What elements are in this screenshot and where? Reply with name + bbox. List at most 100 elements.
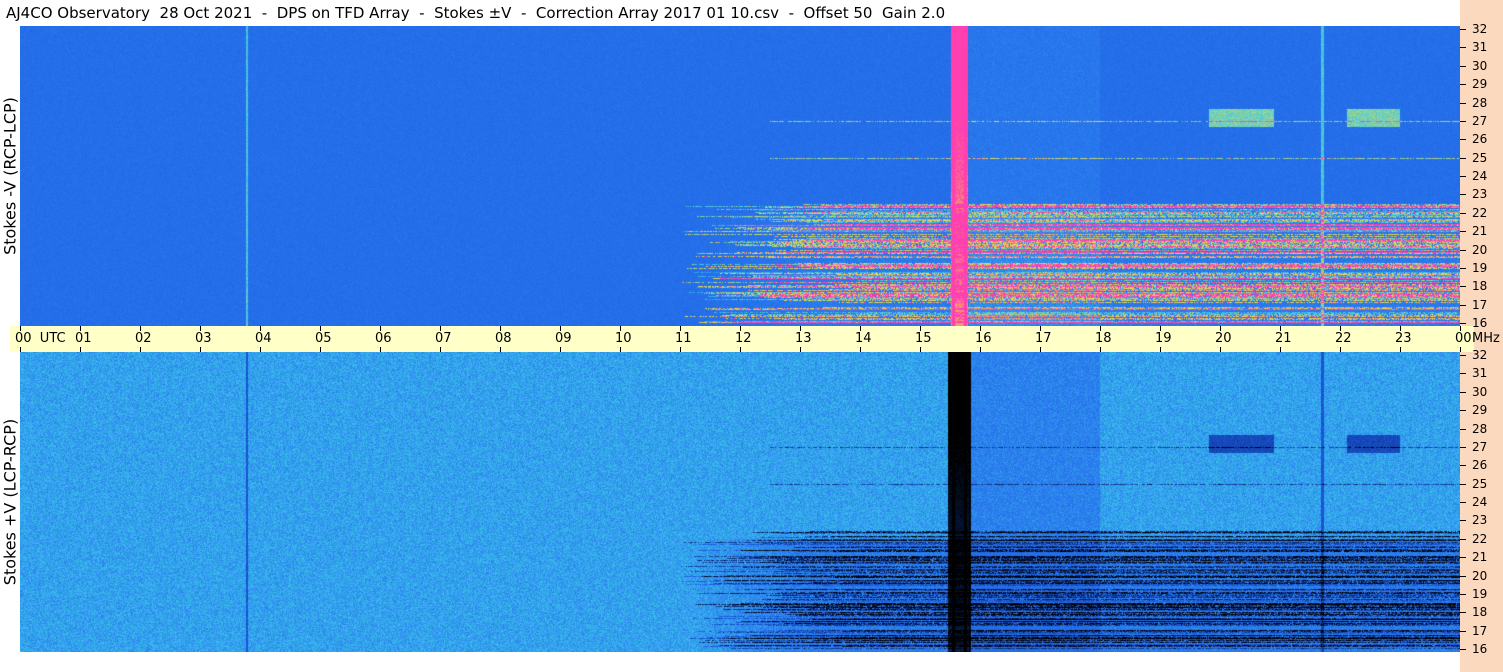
time-tick-label: 15 [915, 331, 932, 346]
time-tick-label: 22 [1335, 331, 1352, 346]
time-tick-label: 13 [795, 331, 812, 346]
frequency-tick [1460, 102, 1466, 104]
frequency-tick-label: 19 [1472, 260, 1488, 275]
time-tick [1400, 326, 1401, 331]
frequency-tick [1460, 267, 1466, 269]
time-tick [1460, 326, 1461, 331]
frequency-tick-label: 27 [1472, 439, 1488, 454]
frequency-tick-label: 16 [1472, 642, 1488, 656]
frequency-tick-label: 16 [1472, 316, 1488, 330]
frequency-tick [1460, 139, 1466, 141]
time-tick-label: 06 [375, 331, 392, 346]
frequency-tick-label: 21 [1472, 550, 1488, 565]
frequency-tick-label: 27 [1472, 113, 1488, 128]
time-tick [20, 326, 21, 331]
frequency-tick [1460, 373, 1466, 375]
chart-title: AJ4CO Observatory 28 Oct 2021 - DPS on T… [0, 0, 1460, 26]
frequency-tick [1460, 304, 1466, 306]
top-panel-ylabel: Stokes -V (RCP-LCP) [0, 26, 20, 326]
time-tick-label: 19 [1155, 331, 1172, 346]
frequency-tick-label: 20 [1472, 242, 1488, 257]
frequency-tick [1460, 575, 1466, 577]
time-tick [200, 326, 201, 331]
frequency-tick-label: 31 [1472, 366, 1488, 381]
frequency-tick [1460, 612, 1466, 614]
frequency-tick-label: 20 [1472, 568, 1488, 583]
frequency-tick [1460, 538, 1466, 540]
time-tick-label: 20 [1215, 331, 1232, 346]
frequency-tick [1460, 249, 1466, 251]
frequency-tick-label: 32 [1472, 22, 1488, 36]
time-tick [440, 326, 441, 331]
time-tick [980, 326, 981, 331]
top-panel-ylabel-text: Stokes -V (RCP-LCP) [0, 97, 20, 255]
time-tick [140, 326, 141, 331]
frequency-tick-label: 17 [1472, 623, 1488, 638]
frequency-tick-label: 25 [1472, 476, 1488, 491]
time-tick [260, 326, 261, 331]
stokes-minus-v-spectrogram [20, 26, 1460, 326]
time-tick-label: 16 [975, 331, 992, 346]
time-tick [620, 326, 621, 331]
frequency-tick [1460, 502, 1466, 503]
time-tick [1160, 326, 1161, 331]
bottom-panel-ylabel-text: Stokes +V (LCP-RCP) [0, 418, 20, 586]
time-tick-label: 10 [615, 331, 632, 346]
frequency-tick-label: 30 [1472, 384, 1488, 399]
time-tick-label: 01 [75, 331, 92, 346]
time-tick-label: 02 [135, 331, 152, 346]
time-tick [740, 326, 741, 331]
frequency-tick-label: 26 [1472, 458, 1488, 473]
frequency-tick [1460, 465, 1466, 467]
frequency-tick-label: 18 [1472, 605, 1488, 620]
frequency-tick [1460, 557, 1466, 559]
frequency-tick-label: 24 [1472, 495, 1488, 509]
frequency-tick-label: 28 [1472, 421, 1488, 436]
frequency-tick-label: 17 [1472, 297, 1488, 312]
frequency-tick [1460, 593, 1466, 595]
time-tick-label: 07 [435, 331, 452, 346]
time-tick [560, 326, 561, 331]
time-tick [680, 326, 681, 331]
frequency-tick [1460, 630, 1466, 632]
time-tick [500, 326, 501, 331]
time-axis: 00 UTC 01 02 03 04 05 06 07 08 09 10 11 12 13 14 15 16 17… [10, 326, 1500, 352]
frequency-tick [1460, 157, 1466, 159]
time-tick-label: 05 [315, 331, 332, 346]
frequency-tick-label: 30 [1472, 58, 1488, 73]
time-tick-label: 00 [1455, 331, 1472, 346]
time-tick-label: 03 [195, 331, 212, 346]
time-tick [380, 326, 381, 331]
stokes-minus-v-heatmap [20, 26, 1460, 326]
frequency-tick [1460, 120, 1466, 122]
bottom-frequency-axis: 16 17 18 19 20 21 22 23 24 25 26 27 28 29 30 31 32 [1460, 348, 1503, 656]
time-tick [920, 326, 921, 331]
frequency-tick-label: 22 [1472, 205, 1488, 220]
time-tick-label: 21 [1275, 331, 1292, 346]
frequency-tick-label: 29 [1472, 403, 1488, 418]
time-tick [1340, 326, 1341, 331]
frequency-tick [1460, 428, 1466, 430]
time-tick-label: 23 [1395, 331, 1412, 346]
frequency-tick-label: 24 [1472, 169, 1488, 183]
frequency-tick [1460, 483, 1466, 485]
frequency-tick [1460, 410, 1466, 412]
time-tick [800, 326, 801, 331]
frequency-tick-label: 22 [1472, 531, 1488, 546]
time-tick-label: 08 [495, 331, 512, 346]
frequency-tick [1460, 65, 1466, 67]
frequency-tick [1460, 47, 1466, 49]
top-frequency-axis: 16 17 18 19 20 21 22 23 24 25 26 27 28 29 30 31 32 [1460, 22, 1503, 330]
frequency-tick-label: 18 [1472, 279, 1488, 294]
frequency-tick-label: 19 [1472, 586, 1488, 601]
time-tick [320, 326, 321, 331]
time-tick [1220, 326, 1221, 331]
frequency-tick [1460, 194, 1466, 196]
frequency-tick-label: 23 [1472, 513, 1488, 528]
frequency-tick-label: 26 [1472, 132, 1488, 147]
frequency-tick-label: 28 [1472, 95, 1488, 110]
time-tick [80, 326, 81, 331]
frequency-tick [1460, 520, 1466, 522]
stokes-plus-v-heatmap [20, 352, 1460, 652]
frequency-tick [1460, 286, 1466, 288]
